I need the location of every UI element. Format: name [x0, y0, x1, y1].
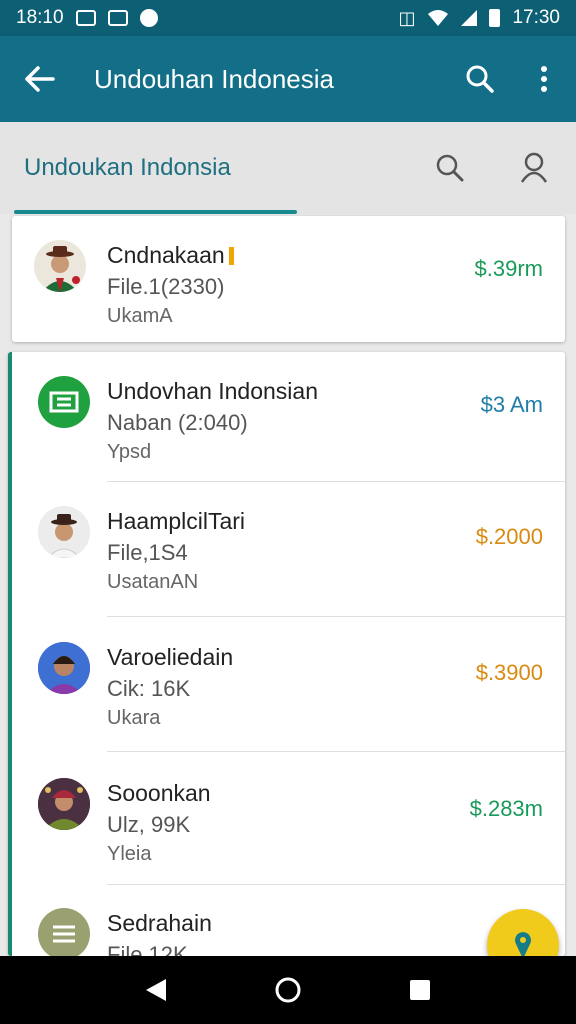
person-hat-avatar-icon	[38, 506, 90, 558]
item-sub: UkamA	[107, 305, 173, 327]
message-icon	[139, 9, 158, 27]
search-icon	[436, 154, 464, 182]
person-icon	[520, 152, 548, 183]
list-icon	[53, 925, 75, 943]
item-meta: Ulz, 99K	[107, 812, 191, 837]
nav-home-button[interactable]	[258, 960, 318, 1020]
item-sub: UsatanAN	[107, 571, 199, 593]
back-arrow-icon	[25, 66, 55, 92]
item-meta: Cik: 16K	[107, 676, 191, 701]
notification-icon	[75, 10, 96, 26]
system-nav-bar	[0, 956, 576, 1024]
nav-back-button[interactable]	[126, 960, 186, 1020]
tab-indicator	[14, 210, 297, 214]
wifi-icon	[428, 10, 449, 26]
item-price: $.2000	[475, 524, 543, 549]
person-avatar-icon	[38, 642, 90, 694]
tab-title[interactable]: Undoukan Indonsia	[0, 154, 408, 182]
item-name: Cndnakaan	[107, 240, 234, 270]
battery-icon	[489, 9, 501, 27]
item-price: $.39rm	[474, 256, 543, 281]
divider	[107, 481, 565, 482]
item-name: Sooonkan	[107, 780, 211, 806]
status-time-right: 17:30	[512, 7, 560, 28]
status-bar: 18:10 ◫ 17:30	[0, 0, 576, 36]
featured-card[interactable]: Cndnakaan File.1(2330) UkamA $.39rm	[12, 216, 565, 342]
item-meta: Naban (2:040)	[107, 410, 248, 435]
item-price: $.3900	[475, 660, 543, 685]
item-price: $3 Am	[480, 392, 543, 417]
divider	[107, 751, 565, 752]
sub-search-button[interactable]	[408, 122, 492, 214]
item-name: Varoeliedain	[107, 644, 234, 670]
more-options-button[interactable]	[512, 36, 576, 122]
person-hat-avatar-icon	[34, 240, 86, 292]
signal-icon	[461, 10, 478, 26]
item-list-card: Undovhan Indonsian Naban (2:040) Ypsd $3…	[8, 352, 565, 967]
app-title: Undouhan Indonesia	[94, 63, 334, 94]
image-icon	[107, 10, 128, 26]
item-price: $.283m	[469, 796, 543, 821]
recents-icon	[410, 980, 430, 1000]
more-vert-icon	[541, 66, 547, 92]
item-sub: Yleia	[107, 843, 152, 865]
marker-icon	[228, 247, 234, 265]
divider	[107, 616, 565, 617]
item-name: HaamplcilTari	[107, 508, 246, 534]
profile-button[interactable]	[492, 122, 576, 214]
search-icon	[466, 65, 494, 93]
vibrate-icon: ◫	[398, 7, 416, 28]
avatar	[34, 240, 86, 292]
avatar	[38, 908, 90, 960]
search-button[interactable]	[448, 36, 512, 122]
item-name: Sedrahain	[107, 910, 212, 936]
person-traditional-avatar-icon	[38, 778, 90, 830]
back-icon	[146, 979, 166, 1001]
status-time: 18:10	[16, 7, 64, 28]
back-button[interactable]	[0, 36, 80, 122]
divider	[107, 884, 565, 885]
sub-header: Undoukan Indonsia	[0, 122, 576, 214]
avatar	[38, 376, 90, 428]
item-sub: Ypsd	[107, 441, 152, 463]
app-bar: Undouhan Indonesia	[0, 36, 576, 122]
app-logo-icon	[49, 391, 79, 413]
avatar	[38, 642, 90, 694]
nav-recents-button[interactable]	[390, 960, 450, 1020]
item-meta: File.1(2330)	[107, 274, 225, 299]
item-meta: File,1S4	[107, 540, 188, 565]
item-name: Undovhan Indonsian	[107, 378, 318, 404]
home-icon	[275, 977, 301, 1003]
item-sub: Ukara	[107, 707, 161, 729]
avatar	[38, 506, 90, 558]
avatar	[38, 778, 90, 830]
